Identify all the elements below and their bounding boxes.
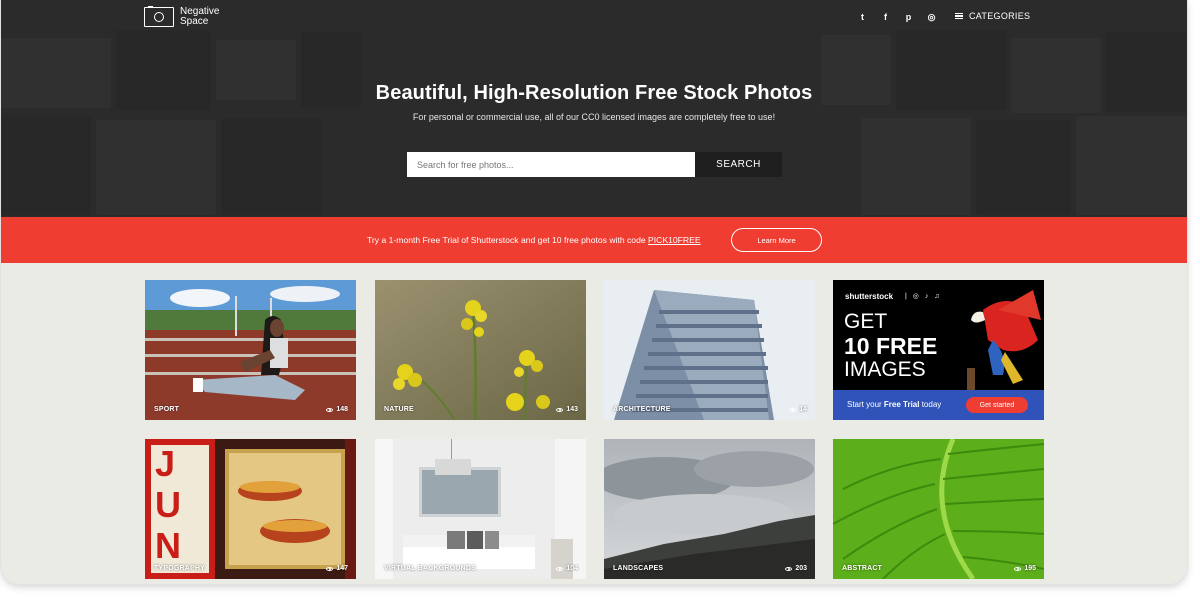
learn-more-button[interactable]: Learn More (731, 228, 822, 252)
nature-photo (375, 280, 586, 420)
category-card-virtual-backgrounds[interactable]: VIRTUAL BACKGROUNDS 104 (375, 439, 586, 579)
view-count: 104 (556, 565, 578, 572)
get-started-button[interactable]: Get started (966, 397, 1028, 413)
landscapes-photo (604, 439, 815, 579)
architecture-photo (604, 280, 815, 420)
view-count: 148 (326, 406, 348, 413)
social-links: t f p ◎ (851, 11, 943, 23)
view-count: 203 (785, 565, 807, 572)
category-card-sport[interactable]: SPORT 148 (145, 280, 356, 420)
category-card-landscapes[interactable]: LANDSCAPES 203 (604, 439, 815, 579)
virtual-backgrounds-photo (375, 439, 586, 579)
facebook-icon[interactable]: f (874, 11, 897, 23)
ad-cta-bar: Start your Free Trial today Get started (833, 390, 1044, 420)
view-count: 14 (789, 406, 807, 413)
pinterest-icon[interactable]: p (897, 11, 920, 23)
promo-message: Try a 1-month Free Trial of Shutterstock… (367, 235, 649, 245)
view-count: 147 (326, 565, 348, 572)
browser-viewport: Negative Space t f p ◎ CATEGORIES Beauti… (1, 0, 1187, 584)
category-card-typography[interactable]: JUN TYPOGRAPHY 147 (145, 439, 356, 579)
ad-headline-line3: IMAGES (844, 358, 926, 381)
ad-headline-line2: 10 FREE (844, 333, 938, 359)
promo-code-link[interactable]: PICK10FREE (648, 235, 701, 245)
card-category-label: VIRTUAL BACKGROUNDS (384, 565, 476, 572)
logo-text: Negative Space (180, 7, 219, 27)
shutterstock-logo: shutterstock (845, 292, 894, 301)
eye-icon (326, 407, 334, 412)
eye-icon (326, 566, 334, 571)
view-count: 143 (556, 406, 578, 413)
card-category-label: TYPOGRAPHY (154, 565, 206, 572)
twitter-icon[interactable]: t (851, 11, 874, 23)
search-input[interactable] (407, 152, 695, 177)
site-logo[interactable]: Negative Space (144, 6, 219, 27)
promo-banner: Try a 1-month Free Trial of Shutterstock… (1, 217, 1187, 263)
camera-logo-icon (144, 6, 174, 27)
card-category-label: SPORT (154, 406, 180, 413)
search-button[interactable]: SEARCH (695, 152, 782, 177)
typography-sign-letters: JUN (155, 443, 181, 566)
card-category-label: ABSTRACT (842, 565, 883, 572)
category-card-architecture[interactable]: ARCHITECTURE 14 (604, 280, 815, 420)
view-count: 195 (1014, 565, 1036, 572)
categories-menu-button[interactable]: CATEGORIES (955, 11, 1030, 21)
categories-label: CATEGORIES (969, 11, 1031, 21)
sport-photo (145, 280, 356, 420)
card-category-label: NATURE (384, 406, 414, 413)
hero-title: Beautiful, High-Resolution Free Stock Ph… (375, 82, 813, 104)
instagram-icon[interactable]: ◎ (920, 11, 943, 23)
logo-text-line2: Space (180, 16, 209, 27)
category-card-abstract[interactable]: ABSTRACT 195 (833, 439, 1044, 579)
hero-section: Negative Space t f p ◎ CATEGORIES Beauti… (1, 0, 1187, 217)
shutterstock-app-icons: | ◎ ♪ ♫ (905, 293, 942, 300)
eye-icon (556, 566, 564, 571)
eye-icon (785, 566, 793, 571)
ad-cta-text: Start your Free Trial today (847, 400, 942, 409)
promo-text: Try a 1-month Free Trial of Shutterstock… (367, 235, 701, 245)
eye-icon (789, 407, 797, 412)
shutterstock-ad[interactable]: shutterstock | ◎ ♪ ♫ GET 10 FREE IMAGES … (833, 280, 1044, 420)
category-card-nature[interactable]: NATURE 143 (375, 280, 586, 420)
eye-icon (556, 407, 564, 412)
card-category-label: LANDSCAPES (613, 565, 664, 572)
abstract-photo (833, 439, 1044, 579)
card-category-label: ARCHITECTURE (613, 406, 671, 413)
hero-subtitle: For personal or commercial use, all of o… (412, 112, 776, 122)
ad-headline-line1: GET (844, 310, 888, 333)
eye-icon (1014, 566, 1022, 571)
hamburger-icon (955, 13, 963, 19)
